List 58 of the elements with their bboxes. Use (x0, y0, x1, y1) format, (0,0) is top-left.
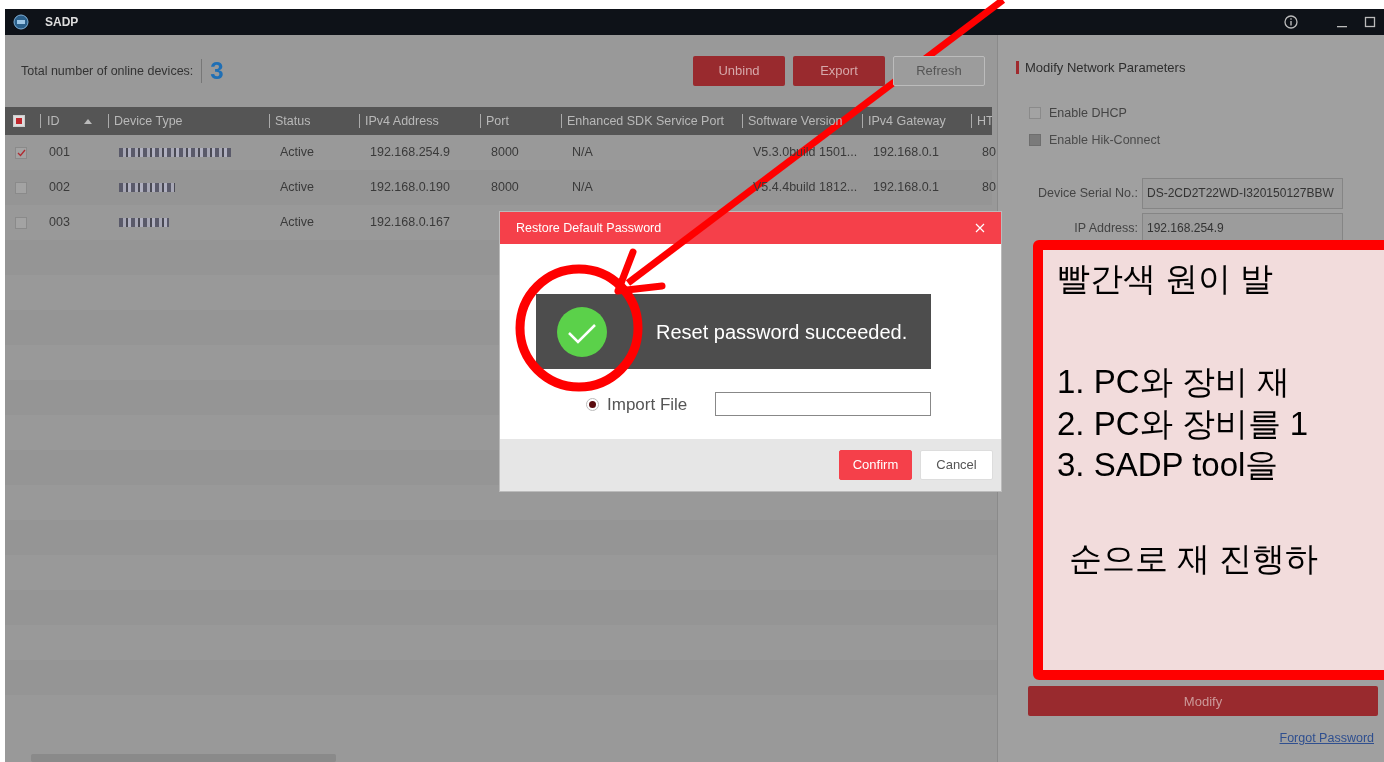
panel-title: Modify Network Parameters (1016, 61, 1384, 74)
success-check-icon (556, 305, 608, 358)
table-cell: 8000 (491, 145, 519, 160)
table-cell: Active (280, 215, 315, 230)
row-checkbox[interactable] (15, 181, 27, 194)
checkbox-label: Enable Hik-Connect (1049, 131, 1161, 149)
row-checkbox[interactable] (15, 146, 27, 159)
close-icon[interactable] (975, 223, 985, 233)
table-cell: 001 (49, 145, 70, 160)
callout-step: 1. PC와 장비 재 (1057, 361, 1384, 403)
table-cell: 192.168.0.1 (873, 145, 940, 160)
column-header[interactable]: Port (480, 113, 509, 128)
toolbar-button[interactable]: Refresh (893, 56, 985, 86)
maximize-icon[interactable] (1364, 16, 1376, 28)
field-label: IP Address: (1073, 219, 1138, 237)
option-label: Import File (607, 393, 688, 416)
window-title: SADP (45, 14, 79, 31)
table-cell: Active (280, 180, 315, 195)
table-cell: 8000 (491, 180, 519, 195)
callout-footer: 순으로 재 진행하 (1069, 538, 1384, 580)
text-field[interactable]: DS-2CD2T22WD-I320150127BBW (1142, 177, 1343, 209)
table-cell: 002 (49, 180, 70, 195)
indeterminate-square-icon (16, 118, 22, 125)
table-cell: 192.168.0.1 (873, 180, 940, 195)
table-cell: 192.168.0.167 (370, 215, 450, 230)
app-logo-icon (13, 14, 29, 30)
modify-button[interactable]: Modify (1028, 686, 1378, 717)
field-label: Device Serial No.: (1036, 184, 1138, 202)
select-all-checkbox[interactable] (13, 115, 25, 128)
sort-arrow-icon[interactable] (83, 118, 92, 124)
pixelated-text-drawing (119, 183, 175, 192)
device-count: 3 (201, 59, 224, 83)
table-cell: N/A (572, 145, 593, 160)
column-header[interactable]: ID (40, 113, 60, 128)
callout-step: 2. PC와 장비를 1 (1057, 402, 1384, 444)
table-cell: 192.168.254.9 (370, 145, 450, 160)
info-icon[interactable] (1284, 15, 1298, 29)
callout-title: 빨간색 원이 발 (1057, 259, 1275, 299)
table-cell: N/A (572, 180, 593, 195)
checkbox-label: Enable DHCP (1049, 105, 1127, 122)
dialog-button[interactable]: Cancel (920, 450, 993, 480)
dialog-title: Restore Default Password (516, 219, 662, 237)
pixelated-text-drawing (119, 218, 169, 227)
table-cell: 192.168.0.190 (370, 180, 450, 195)
forgot-password-link[interactable]: Forgot Password (1279, 729, 1374, 748)
dialog-button[interactable]: Confirm (839, 450, 912, 480)
toast-message: Reset password succeeded. (656, 319, 908, 345)
table-cell: Active (280, 145, 315, 160)
table-cell: 003 (49, 215, 70, 230)
row-checkbox[interactable] (15, 216, 27, 229)
toolbar-button[interactable]: Export (793, 56, 885, 86)
toolbar-button[interactable]: Unbind (693, 56, 785, 86)
table-cell: 80 (982, 180, 996, 195)
table-cell: 80 (982, 145, 996, 160)
online-devices-label: Total number of online devices: (21, 62, 194, 80)
callout-step: 3. SADP tool을 (1057, 443, 1384, 485)
checkbox[interactable] (1029, 107, 1041, 120)
file-path-field[interactable] (715, 392, 932, 417)
